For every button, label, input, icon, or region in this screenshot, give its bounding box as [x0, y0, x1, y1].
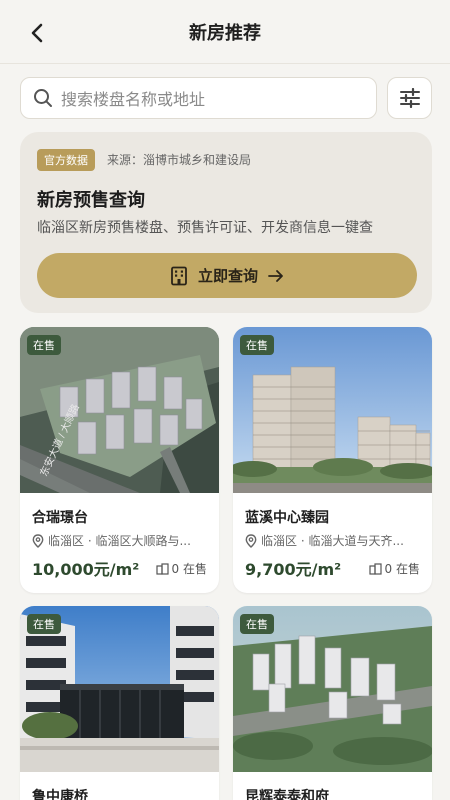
property-card[interactable]: 东安大道 / 大顺路 在售 合瑞璟台 临淄区 · 临淄区大顺路与... 10,0…	[20, 327, 219, 593]
search-icon	[34, 89, 52, 107]
query-now-button[interactable]: 立即查询	[37, 253, 417, 298]
location-pin-icon	[32, 533, 44, 548]
official-data-badge: 官方数据	[37, 149, 95, 171]
property-address-text: 临淄区 · 临淄区大顺路与...	[48, 534, 191, 548]
sale-count-text: 0 在售	[171, 562, 207, 576]
property-card[interactable]: 在售 昆辉泰泰和府	[233, 606, 432, 800]
search-placeholder: 搜索楼盘名称或地址	[61, 90, 206, 109]
chevron-left-icon	[31, 23, 43, 43]
property-price: 9,700元/m²	[245, 560, 342, 579]
location-pin-icon	[245, 533, 257, 548]
presale-title: 新房预售查询	[37, 190, 145, 211]
header-bar: 新房推荐	[0, 0, 450, 64]
building-small-icon	[155, 562, 169, 575]
query-now-label: 立即查询	[197, 267, 258, 285]
property-name: 合瑞璟台	[32, 510, 88, 526]
presale-query-card: 官方数据 来源：淄博市城乡和建设局 新房预售查询 临淄区新房预售楼盘、预售许可证…	[20, 132, 432, 313]
sale-count-text: 0 在售	[384, 562, 420, 576]
property-address-text: 临淄区 · 临淄大道与天齐...	[261, 534, 404, 548]
property-sale-count: 0 在售	[155, 560, 207, 577]
property-price: 10,000元/m²	[32, 560, 140, 579]
property-card[interactable]: 在售 蓝溪中心臻园 临淄区 · 临淄大道与天齐... 9,700元/m² 0 在…	[233, 327, 432, 593]
status-badge: 在售	[240, 614, 274, 634]
search-input[interactable]: 搜索楼盘名称或地址	[20, 77, 377, 119]
property-name: 蓝溪中心臻园	[245, 510, 329, 526]
presale-description: 临淄区新房预售楼盘、预售许可证、开发商信息一键查	[37, 220, 373, 236]
arrow-right-icon	[268, 269, 283, 282]
property-card[interactable]: 在售 鲁中康桥	[20, 606, 219, 800]
property-name: 鲁中康桥	[32, 789, 88, 800]
building-icon	[171, 266, 187, 285]
page-title: 新房推荐	[189, 22, 261, 44]
property-image: 在售	[20, 606, 219, 772]
property-image: 东安大道 / 大顺路 在售	[20, 327, 219, 493]
data-source-text: 来源：淄博市城乡和建设局	[107, 153, 252, 167]
property-address: 临淄区 · 临淄大道与天齐...	[245, 532, 425, 549]
property-name: 昆辉泰泰和府	[245, 789, 329, 800]
property-address: 临淄区 · 临淄区大顺路与...	[32, 532, 212, 549]
property-sale-count: 0 在售	[368, 560, 420, 577]
filter-button[interactable]	[387, 77, 432, 119]
building-small-icon	[368, 562, 382, 575]
property-image: 在售	[233, 606, 432, 772]
status-badge: 在售	[240, 335, 274, 355]
property-image: 在售	[233, 327, 432, 493]
status-badge: 在售	[27, 335, 61, 355]
status-badge: 在售	[27, 614, 61, 634]
sliders-icon	[399, 88, 420, 108]
back-button[interactable]	[22, 18, 52, 48]
